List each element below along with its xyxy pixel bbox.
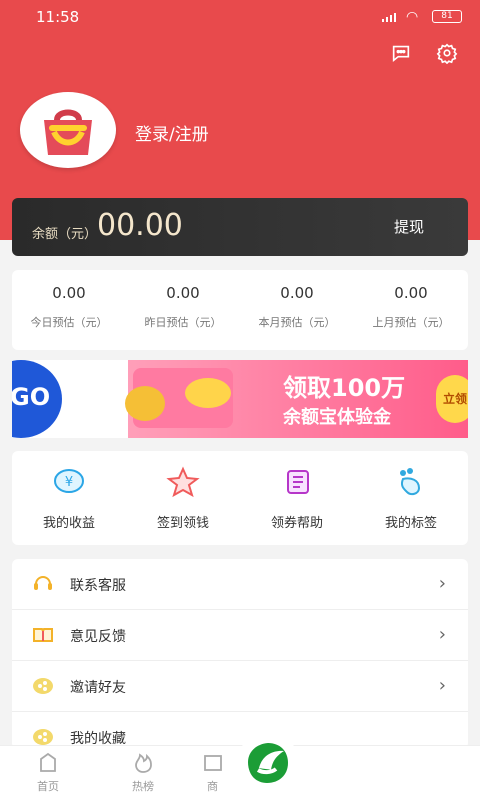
stat-yesterday: 0.00 昨日预估（元）: [126, 270, 240, 350]
tab-label: 热榜: [132, 780, 154, 793]
banner-title: 领取100万: [283, 374, 406, 402]
chevron-right-icon: ›: [438, 624, 446, 645]
banner-subtitle: 余额宝体验金: [283, 407, 391, 428]
tool-label: 我的收益: [42, 516, 95, 531]
avatar[interactable]: [20, 92, 116, 168]
stat-this-month: 0.00 本月预估（元）: [240, 270, 354, 350]
stat-label: 上月预估（元）: [372, 316, 450, 329]
shop-icon: [203, 755, 222, 771]
coupon-help-icon: [287, 470, 309, 494]
gift-coins-icon: [125, 368, 233, 428]
balance-card: 余额（元） 00.00 提现: [12, 198, 468, 256]
balance-value: 00.00: [97, 208, 183, 243]
settings-icon[interactable]: [436, 42, 458, 64]
tab-label: 商: [207, 780, 218, 793]
status-time: 11:58: [36, 8, 80, 26]
banner-main: 领取100万 余额宝体验金 立领: [125, 360, 468, 438]
stat-label: 本月预估（元）: [258, 316, 336, 329]
favorite-icon: [33, 729, 53, 745]
stat-value: 0.00: [280, 284, 314, 302]
shopping-bag-icon: [44, 109, 92, 155]
menu-item-contact-service[interactable]: 联系客服 ›: [12, 559, 468, 610]
leaf-logo-icon: [248, 743, 288, 783]
earnings-stats: 0.00 今日预估（元） 0.00 昨日预估（元） 0.00 本月预估（元） 0.00…: [12, 270, 468, 350]
tab-label: 首页: [37, 780, 59, 793]
stat-value: 0.00: [52, 284, 86, 302]
withdraw-button[interactable]: 提现: [394, 216, 424, 237]
wifi-icon: ◠: [406, 9, 419, 25]
invite-icon: [33, 678, 53, 694]
status-bar: 11:58 ◠ 81: [0, 0, 480, 32]
banner-cta-button[interactable]: 立领: [436, 375, 468, 423]
banner-left-text: GO: [12, 383, 51, 411]
income-icon: ¥: [54, 469, 84, 493]
quick-tools: ¥ 我的收益 签到领钱 领券帮助 我的标签: [12, 451, 468, 545]
message-icon[interactable]: [390, 42, 412, 64]
banner-side-badge: GO: [12, 360, 62, 438]
tab-home[interactable]: 首页: [8, 751, 88, 794]
header-actions: [390, 42, 458, 64]
balance-label: 余额（元）: [32, 227, 98, 242]
tool-my-income[interactable]: ¥ 我的收益: [12, 451, 126, 545]
menu-item-feedback[interactable]: 意见反馈 ›: [12, 610, 468, 661]
tool-label: 我的标签: [384, 516, 437, 531]
promo-banner[interactable]: GO 领取100万 余额宝体验金 立领: [12, 360, 468, 438]
menu-label: 邀请好友: [70, 680, 126, 696]
tool-sign-in-reward[interactable]: 签到领钱: [126, 451, 240, 545]
profile-page: 11:58 ◠ 81 登录/注册 余额（元） 00.00 提现 0.00 今日预估…: [0, 0, 480, 800]
menu-item-invite-friends[interactable]: 邀请好友 ›: [12, 661, 468, 712]
app-logo-float[interactable]: [237, 732, 299, 794]
svg-text:¥: ¥: [65, 475, 73, 490]
tab-shop[interactable]: 商: [190, 751, 235, 794]
signal-icon: [382, 13, 396, 22]
tab-hot-list[interactable]: 热榜: [103, 751, 183, 794]
settings-menu: 联系客服 › 意见反馈 › 邀请好友 › 我的收藏: [12, 559, 468, 749]
feedback-icon: [33, 628, 53, 642]
tag-icon: [400, 468, 421, 496]
battery-indicator: 81: [432, 10, 462, 23]
stat-last-month: 0.00 上月预估（元）: [354, 270, 468, 350]
tool-my-tags[interactable]: 我的标签: [354, 451, 468, 545]
stat-label: 今日预估（元）: [30, 316, 108, 329]
stat-value: 0.00: [166, 284, 200, 302]
menu-label: 联系客服: [70, 578, 126, 594]
tool-label: 领券帮助: [270, 516, 323, 531]
login-register-link[interactable]: 登录/注册: [135, 120, 209, 145]
home-icon: [40, 752, 56, 772]
fire-icon: [135, 753, 152, 773]
stat-today: 0.00 今日预估（元）: [12, 270, 126, 350]
chevron-right-icon: ›: [438, 573, 446, 594]
stat-label: 昨日预估（元）: [144, 316, 222, 329]
star-icon: [166, 466, 200, 498]
chevron-right-icon: ›: [438, 675, 446, 696]
tool-label: 签到领钱: [156, 516, 209, 531]
menu-label: 意见反馈: [70, 629, 126, 645]
tool-coupon-help[interactable]: 领券帮助: [240, 451, 354, 545]
stat-value: 0.00: [394, 284, 428, 302]
headset-icon: [34, 576, 52, 590]
